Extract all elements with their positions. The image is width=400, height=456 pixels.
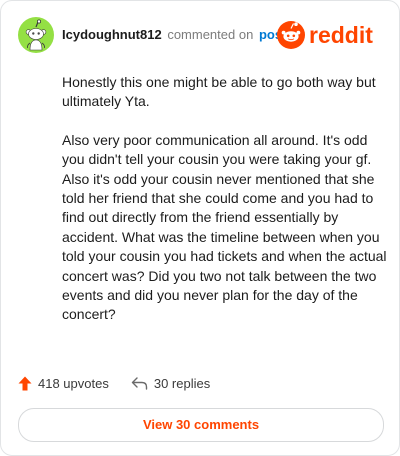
reddit-wordmark: reddit <box>309 22 373 48</box>
reply-count: 30 replies <box>153 375 211 391</box>
snoo-avatar-icon[interactable] <box>18 17 54 53</box>
comment-meta: Icydoughnut812 commented on post <box>62 27 286 43</box>
comment-header: Icydoughnut812 commented on post reddit <box>18 17 384 53</box>
reddit-logo-icon[interactable]: reddit <box>276 17 384 53</box>
upvote-button[interactable]: 418 upvotes <box>18 376 109 391</box>
comment-card: Icydoughnut812 commented on post reddit … <box>0 0 400 456</box>
reply-button[interactable]: 30 replies <box>131 376 210 391</box>
username-link[interactable]: Icydoughnut812 <box>62 27 162 42</box>
comment-body: Honestly this one might be able to go bo… <box>62 73 388 344</box>
view-comments-button[interactable]: View 30 comments <box>18 408 384 442</box>
commented-on-text: commented on <box>167 27 254 42</box>
upvote-arrow-icon <box>18 376 32 390</box>
upvote-count: 418 upvotes <box>38 375 109 391</box>
comment-paragraph-2: Also very poor communication all around.… <box>62 131 387 323</box>
comment-paragraph-1: Honestly this one might be able to go bo… <box>62 74 376 110</box>
reply-arrow-icon <box>131 376 148 390</box>
comment-actions: 418 upvotes 30 replies <box>18 373 232 393</box>
